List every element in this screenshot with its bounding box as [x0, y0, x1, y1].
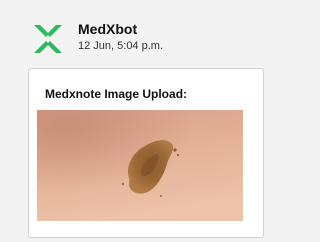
sender-name: MedXbot — [78, 21, 138, 37]
image-upload-card: Medxnote Image Upload: — [28, 68, 264, 238]
card-title: Medxnote Image Upload: — [45, 87, 188, 101]
message-timestamp: 12 Jun, 5:04 p.m. — [78, 40, 163, 52]
skin-lesion-photo[interactable] — [37, 110, 243, 221]
medxbot-logo-icon — [34, 25, 62, 53]
chat-message: MedXbot 12 Jun, 5:04 p.m. Medxnote Image… — [0, 0, 269, 242]
